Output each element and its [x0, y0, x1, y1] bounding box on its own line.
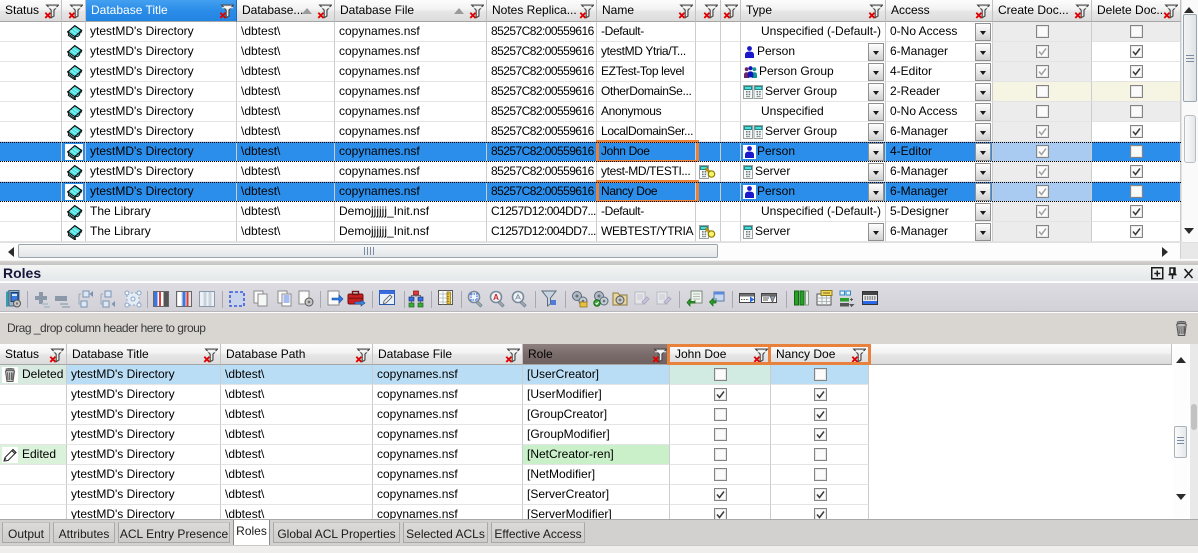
svg-text:A: A [493, 293, 499, 302]
